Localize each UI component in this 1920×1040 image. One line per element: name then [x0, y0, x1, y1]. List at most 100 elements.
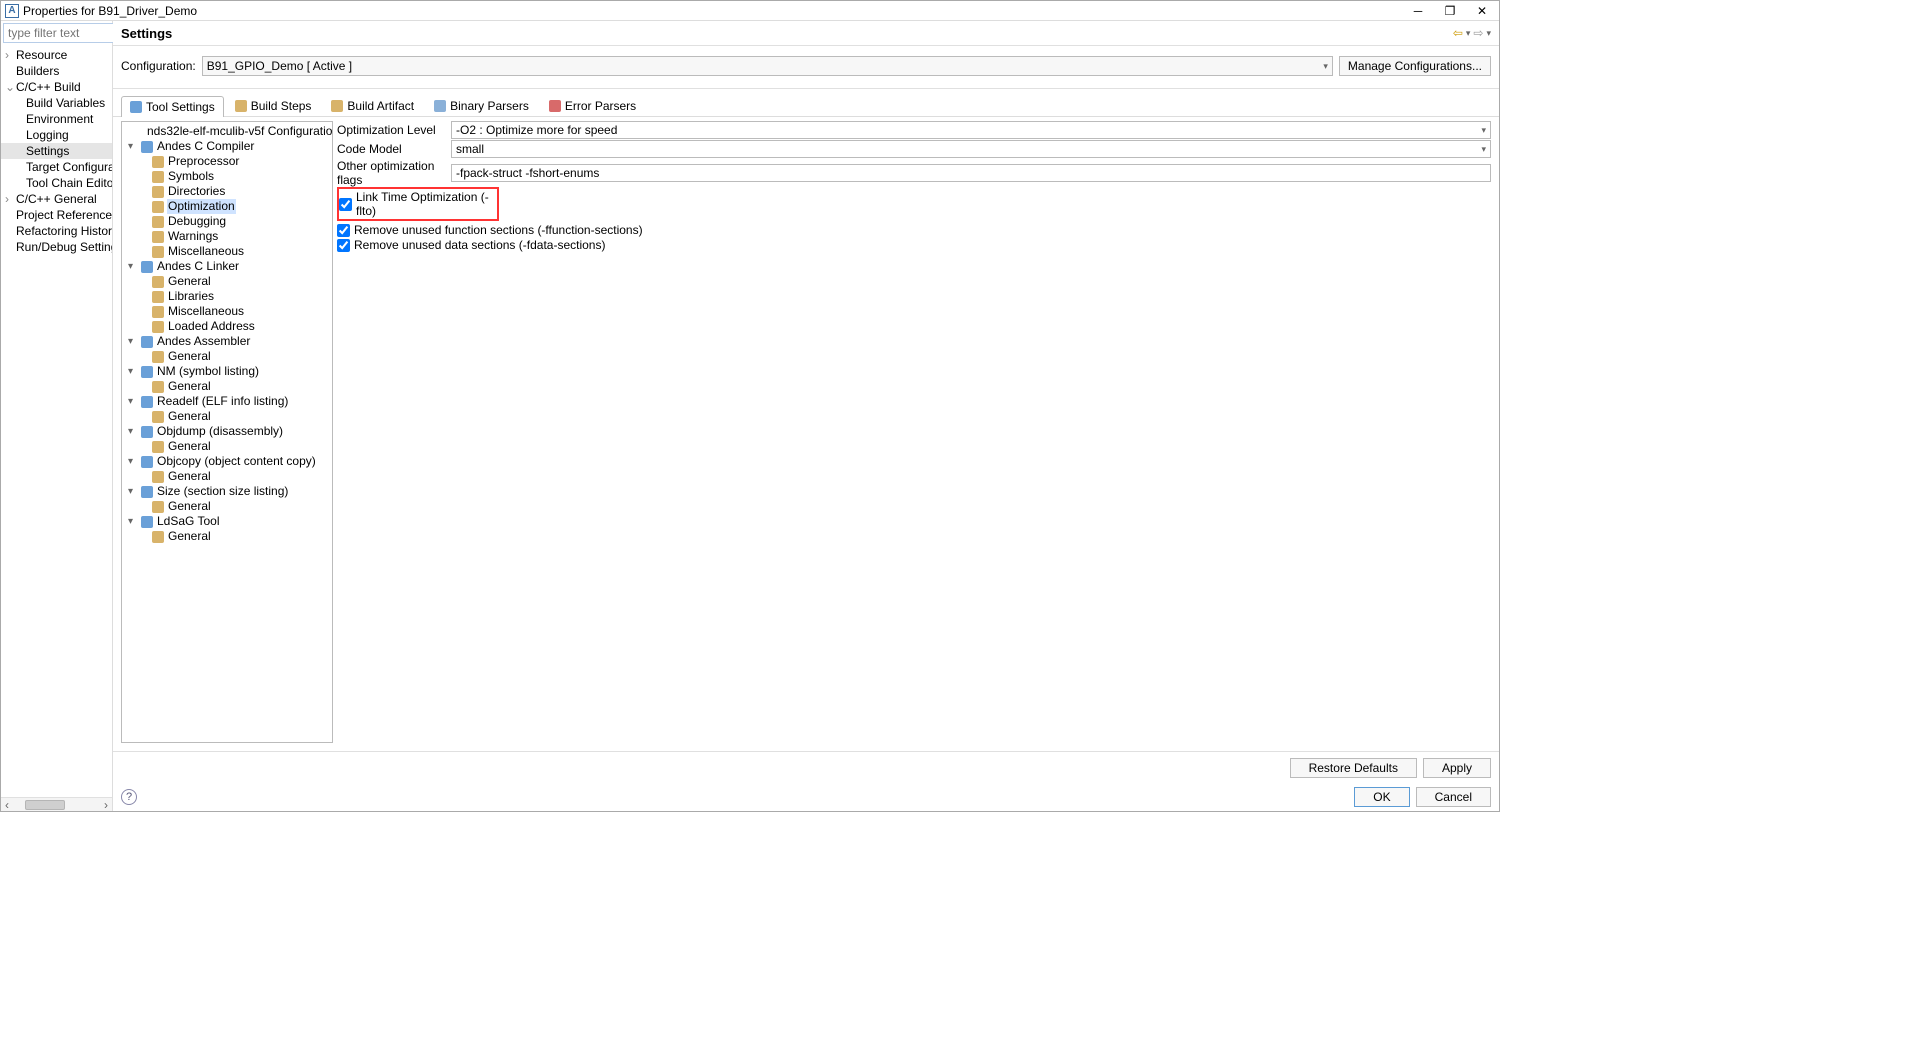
link-time-optimization-checkbox[interactable] [339, 198, 352, 211]
tool-node-optimization[interactable]: Optimization [122, 199, 332, 214]
tree-expander-icon[interactable]: ⌄ [5, 80, 15, 94]
code-model-select[interactable]: small ▾ [451, 140, 1491, 158]
configuration-value: B91_GPIO_Demo [ Active ] [207, 59, 352, 73]
tool-node-andes-assembler[interactable]: ▾Andes Assembler [122, 334, 332, 349]
tab-tool-settings[interactable]: Tool Settings [121, 96, 224, 117]
tree-expander-icon[interactable]: ▾ [128, 484, 138, 499]
tree-expander-icon[interactable]: ▾ [128, 139, 138, 154]
tool-node-size-section-size-listing-[interactable]: ▾Size (section size listing) [122, 484, 332, 499]
help-icon[interactable]: ? [121, 789, 137, 805]
tool-node-general[interactable]: General [122, 529, 332, 544]
tool-node-general[interactable]: General [122, 499, 332, 514]
maximize-button[interactable]: ❐ [1441, 4, 1459, 18]
tree-expander-icon[interactable]: ▾ [128, 259, 138, 274]
ok-button[interactable]: OK [1354, 787, 1409, 807]
tool-node-readelf-elf-info-listing-[interactable]: ▾Readelf (ELF info listing) [122, 394, 332, 409]
forward-icon[interactable]: ⇨ [1473, 26, 1483, 40]
tool-icon [141, 516, 153, 528]
cancel-button[interactable]: Cancel [1416, 787, 1491, 807]
tool-node-preprocessor[interactable]: Preprocessor [122, 154, 332, 169]
tool-node-objdump-disassembly-[interactable]: ▾Objdump (disassembly) [122, 424, 332, 439]
tab-icon [434, 100, 446, 112]
tool-node-ldsag-tool[interactable]: ▾LdSaG Tool [122, 514, 332, 529]
highlighted-option: Link Time Optimization (-flto) [337, 187, 499, 221]
nav-item-c-c-general[interactable]: ›C/C++ General [1, 191, 112, 207]
tool-node-warnings[interactable]: Warnings [122, 229, 332, 244]
nav-item-project-references[interactable]: Project References [1, 207, 112, 223]
tree-expander-icon[interactable]: ▾ [128, 334, 138, 349]
tool-icon [152, 531, 164, 543]
tool-node-nm-symbol-listing-[interactable]: ▾NM (symbol listing) [122, 364, 332, 379]
tree-expander-icon[interactable]: ▾ [128, 454, 138, 469]
tab-error-parsers[interactable]: Error Parsers [540, 95, 645, 116]
remove-function-sections-checkbox[interactable] [337, 224, 350, 237]
tree-expander-icon[interactable]: ▾ [128, 364, 138, 379]
manage-configurations-button[interactable]: Manage Configurations... [1339, 56, 1491, 76]
remove-data-sections-checkbox[interactable] [337, 239, 350, 252]
remove-data-sections-row[interactable]: Remove unused data sections (-fdata-sect… [337, 238, 1491, 252]
tool-node-general[interactable]: General [122, 349, 332, 364]
nav-item-tool-chain-editor[interactable]: Tool Chain Editor [1, 175, 112, 191]
category-pane: ›ResourceBuilders⌄C/C++ BuildBuild Varia… [1, 21, 113, 811]
category-tree[interactable]: ›ResourceBuilders⌄C/C++ BuildBuild Varia… [1, 45, 112, 797]
forward-menu-icon[interactable]: ▾ [1486, 28, 1491, 39]
nav-item-resource[interactable]: ›Resource [1, 47, 112, 63]
nav-item-run-debug-settings[interactable]: Run/Debug Settings [1, 239, 112, 255]
tab-build-artifact[interactable]: Build Artifact [322, 95, 423, 116]
nav-item-settings[interactable]: Settings [1, 143, 112, 159]
remove-function-sections-label: Remove unused function sections (-ffunct… [354, 223, 643, 237]
nav-item-refactoring-history[interactable]: Refactoring History [1, 223, 112, 239]
tool-node-libraries[interactable]: Libraries [122, 289, 332, 304]
scroll-right-icon[interactable]: › [100, 798, 112, 812]
filter-input[interactable] [3, 23, 114, 43]
tool-node-miscellaneous[interactable]: Miscellaneous [122, 304, 332, 319]
tool-node-general[interactable]: General [122, 469, 332, 484]
nav-scrollbar[interactable]: ‹ › [1, 797, 112, 811]
scroll-thumb[interactable] [25, 800, 65, 810]
tool-node-general[interactable]: General [122, 409, 332, 424]
tool-node-miscellaneous[interactable]: Miscellaneous [122, 244, 332, 259]
tool-node-debugging[interactable]: Debugging [122, 214, 332, 229]
restore-defaults-button[interactable]: Restore Defaults [1290, 758, 1417, 778]
nav-item-environment[interactable]: Environment [1, 111, 112, 127]
link-time-optimization-row[interactable]: Link Time Optimization (-flto) [339, 190, 495, 218]
optimization-level-row: Optimization Level -O2 : Optimize more f… [337, 121, 1491, 139]
window-title: Properties for B91_Driver_Demo [23, 4, 1409, 18]
close-button[interactable]: ✕ [1473, 4, 1491, 18]
tab-build-steps[interactable]: Build Steps [226, 95, 321, 116]
nav-item-c-c-build[interactable]: ⌄C/C++ Build [1, 79, 112, 95]
tool-icon [152, 351, 164, 363]
chevron-down-icon: ▾ [1481, 144, 1486, 155]
tool-node-loaded-address[interactable]: Loaded Address [122, 319, 332, 334]
nav-item-builders[interactable]: Builders [1, 63, 112, 79]
configuration-select[interactable]: B91_GPIO_Demo [ Active ] ▾ [202, 56, 1333, 76]
nav-item-logging[interactable]: Logging [1, 127, 112, 143]
scroll-left-icon[interactable]: ‹ [1, 798, 13, 812]
remove-function-sections-row[interactable]: Remove unused function sections (-ffunct… [337, 223, 1491, 237]
tool-tree[interactable]: nds32le-elf-mculib-v5f Configurations▾An… [121, 121, 333, 743]
tree-expander-icon[interactable]: ▾ [128, 514, 138, 529]
tool-node-directories[interactable]: Directories [122, 184, 332, 199]
tool-node-general[interactable]: General [122, 439, 332, 454]
tree-expander-icon[interactable]: ▾ [128, 394, 138, 409]
tool-node-general[interactable]: General [122, 379, 332, 394]
minimize-button[interactable]: ─ [1409, 4, 1427, 18]
tool-node-objcopy-object-content-copy-[interactable]: ▾Objcopy (object content copy) [122, 454, 332, 469]
other-flags-input[interactable] [451, 164, 1491, 182]
tool-icon [141, 141, 153, 153]
back-icon[interactable]: ⇦ [1453, 26, 1463, 40]
tool-node-andes-c-linker[interactable]: ▾Andes C Linker [122, 259, 332, 274]
back-menu-icon[interactable]: ▾ [1466, 28, 1471, 39]
tree-expander-icon[interactable]: › [5, 48, 15, 62]
tool-node-andes-c-compiler[interactable]: ▾Andes C Compiler [122, 139, 332, 154]
tool-node-nds32le-elf-mculib-v5f-configurations[interactable]: nds32le-elf-mculib-v5f Configurations [122, 124, 332, 139]
tree-expander-icon[interactable]: ▾ [128, 424, 138, 439]
tree-expander-icon[interactable]: › [5, 192, 15, 206]
tool-node-general[interactable]: General [122, 274, 332, 289]
tool-node-symbols[interactable]: Symbols [122, 169, 332, 184]
optimization-level-select[interactable]: -O2 : Optimize more for speed ▾ [451, 121, 1491, 139]
apply-button[interactable]: Apply [1423, 758, 1491, 778]
nav-item-target-configura[interactable]: Target Configura [1, 159, 112, 175]
nav-item-build-variables[interactable]: Build Variables [1, 95, 112, 111]
tab-binary-parsers[interactable]: Binary Parsers [425, 95, 538, 116]
